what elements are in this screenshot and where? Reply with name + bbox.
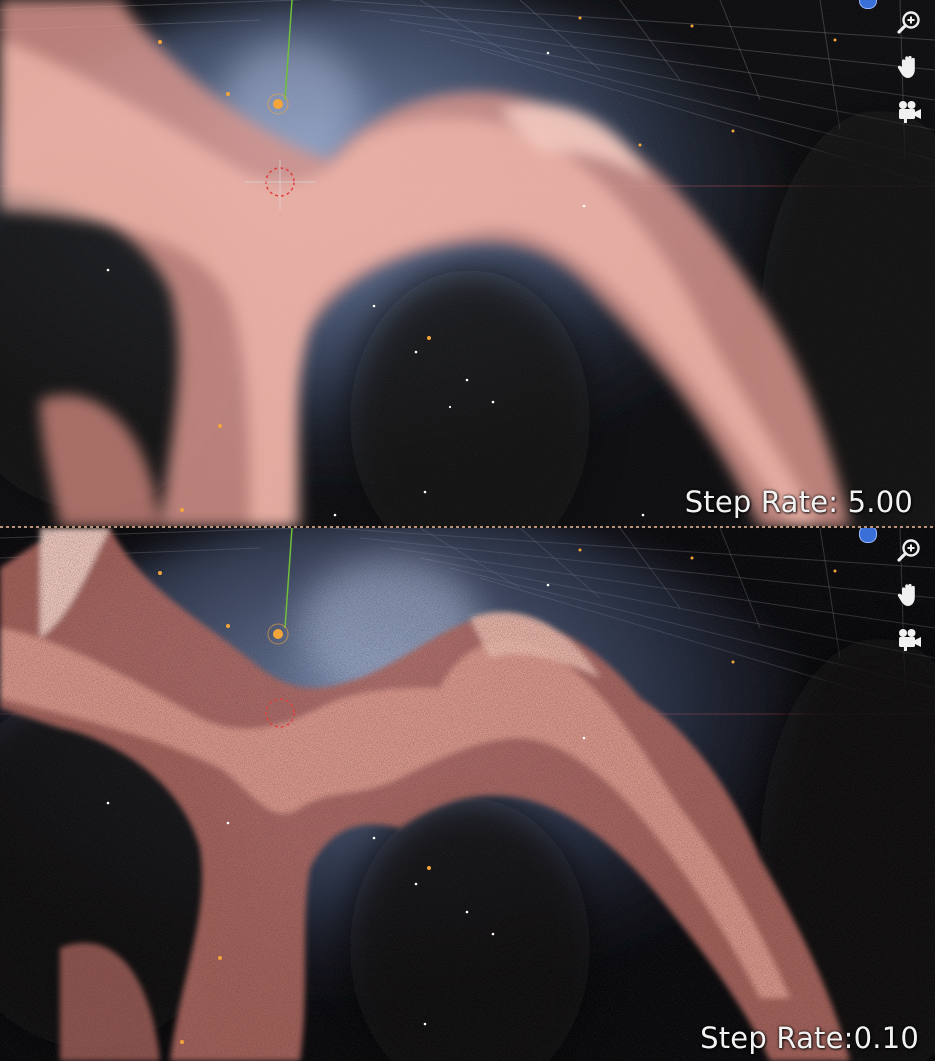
pan-button[interactable] [894,52,924,82]
zoom-button[interactable] [894,536,924,566]
volume-render-top [0,0,935,527]
gizmo-axis-dot[interactable] [859,528,877,543]
navigation-gizmo-top [893,8,925,126]
hand-icon [897,55,915,78]
zoom-icon [897,539,920,562]
step-rate-label: Step Rate: 5.00 [684,485,913,519]
hand-icon [897,583,915,606]
navigation-gizmo-bottom [893,536,925,654]
camera-icon [899,629,921,651]
step-rate-label: Step Rate:0.10 [700,1021,919,1055]
zoom-button[interactable] [894,8,924,38]
camera-button[interactable] [894,624,924,654]
viewport-bottom[interactable]: Step Rate:0.10 [0,528,935,1061]
zoom-icon [897,11,920,34]
camera-icon [899,101,921,123]
pan-button[interactable] [894,580,924,610]
volume-render-bottom [0,528,935,1061]
camera-button[interactable] [894,96,924,126]
viewport-top[interactable]: Step Rate: 5.00 [0,0,935,527]
